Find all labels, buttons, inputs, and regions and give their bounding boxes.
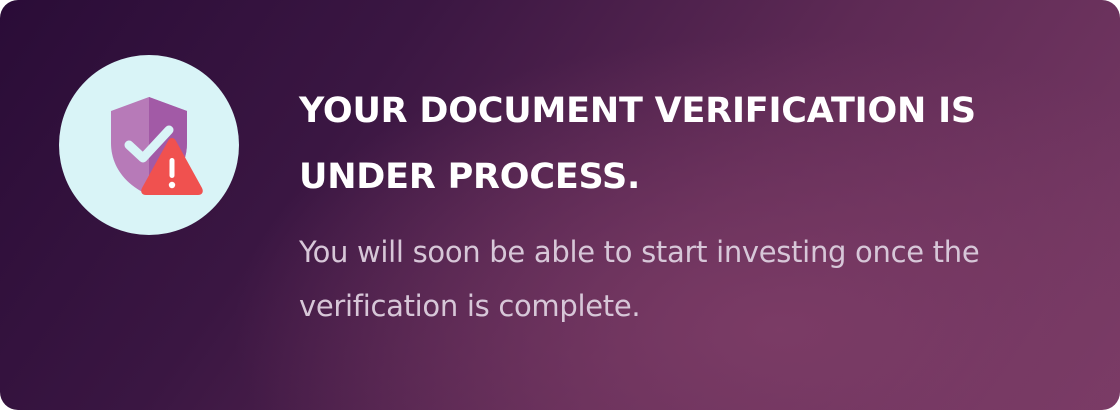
verification-status-card: YOUR DOCUMENT VERIFICATION IS UNDER PROC… bbox=[0, 0, 1120, 410]
verification-title: YOUR DOCUMENT VERIFICATION IS UNDER PROC… bbox=[299, 91, 976, 197]
icon-badge bbox=[59, 55, 239, 235]
verification-message: You will soon be able to start investing… bbox=[299, 235, 980, 323]
shield-check-warning-icon bbox=[111, 97, 203, 195]
